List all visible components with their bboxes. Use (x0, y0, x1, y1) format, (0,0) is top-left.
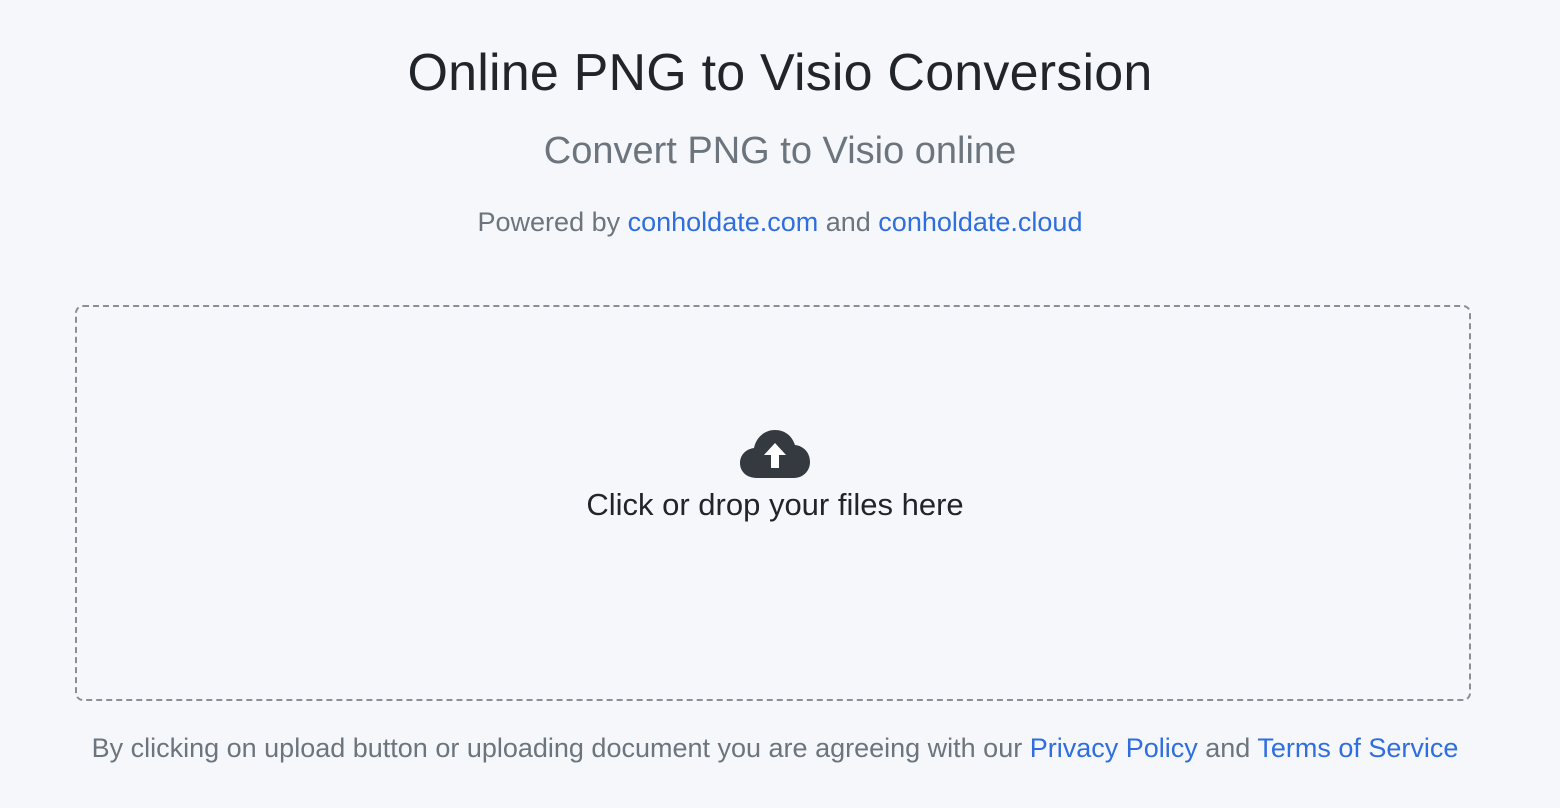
powered-by-prefix: Powered by (477, 207, 628, 237)
powered-by-line: Powered by conholdate.com and conholdate… (0, 204, 1560, 240)
dropzone-prompt: Click or drop your files here (586, 487, 964, 522)
consent-separator: and (1197, 733, 1258, 763)
terms-of-service-link[interactable]: Terms of Service (1257, 733, 1458, 763)
page-title: Online PNG to Visio Conversion (407, 44, 1153, 102)
page-subtitle: Convert PNG to Visio online (543, 130, 1017, 172)
privacy-policy-link[interactable]: Privacy Policy (1030, 733, 1198, 763)
conholdate-com-link[interactable]: conholdate.com (628, 207, 819, 237)
page: Online PNG to Visio Conversion Convert P… (0, 0, 1560, 808)
cloud-upload-icon[interactable] (739, 428, 811, 480)
consent-prefix: By clicking on upload button or uploadin… (91, 733, 1030, 763)
conholdate-cloud-link[interactable]: conholdate.cloud (878, 207, 1082, 237)
powered-by-separator: and (818, 207, 879, 237)
consent-notice: By clicking on upload button or uploadin… (0, 730, 1550, 766)
